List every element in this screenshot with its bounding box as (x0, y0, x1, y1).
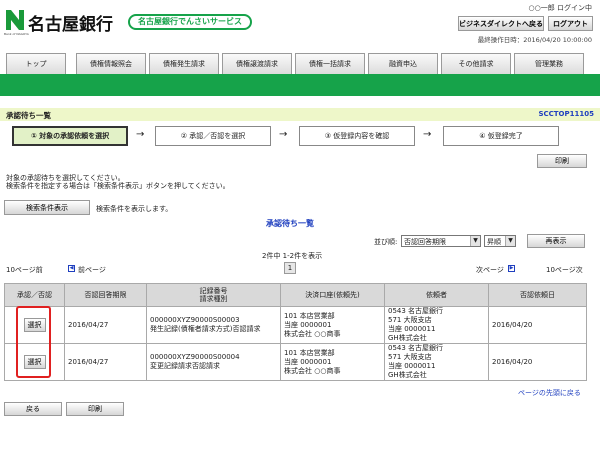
page-number: 1 (284, 262, 296, 274)
account-number: 当座 0000001 (284, 320, 332, 329)
chevron-down-icon: ▼ (505, 236, 515, 246)
print-button-bottom[interactable]: 印刷 (66, 402, 124, 416)
requester-bank: 0543 名古屋銀行 (388, 344, 444, 352)
bank-logo-icon (6, 10, 24, 30)
tab-loan-application[interactable]: 融資申込 (368, 53, 438, 74)
order-select[interactable]: 昇順 ▼ (484, 235, 516, 247)
col-record-no: 記録番号 請求種別 (146, 283, 281, 307)
step-arrow-icon: → (279, 129, 288, 140)
account-cell: 101 本店営業部 当座 0000001 株式会社 ○○商事 (280, 306, 385, 344)
order-select-value: 昇順 (487, 238, 501, 246)
bank-name: 名古屋銀行 (28, 15, 113, 35)
requester-cell: 0543 名古屋銀行 571 大阪支店 当座 0000011 GH株式会社 (384, 306, 489, 344)
tab-claim-transfer[interactable]: 債権譲渡請求 (222, 53, 292, 74)
col-reject-deadline: 否認回答期限 (64, 283, 147, 307)
back-button[interactable]: 戻る (4, 402, 62, 416)
bank-logo-subtitle: Bank of NAGOYA (4, 32, 29, 36)
col-request-type-label: 請求種別 (199, 295, 228, 303)
tab-other-requests[interactable]: その他請求 (441, 53, 511, 74)
list-title: 承認待ち一覧 (266, 219, 314, 228)
step-3-confirm: ③ 仮登録内容を確認 (299, 126, 415, 146)
requester-bank: 0543 名古屋銀行 (388, 307, 444, 315)
requester-branch: 571 大阪支店 (388, 316, 432, 324)
prev-10-pages-link[interactable]: 10ページ前 (6, 265, 43, 275)
print-button-top[interactable]: 印刷 (537, 154, 587, 168)
instruction-line-2: 検索条件を指定する場合は「検索条件表示」ボタンを押してください。 (6, 182, 230, 190)
record-cell: 000000XYZ90000S00004 変更記録請求否認請求 (146, 343, 281, 381)
table-header-row: 承認／否認 否認回答期限 記録番号 請求種別 決済口座(依頼先) 依頼者 否認依… (4, 283, 587, 307)
reject-deadline-cell: 2016/04/27 (64, 306, 147, 344)
service-name-badge: 名古屋銀行でんさいサービス (128, 14, 252, 30)
highlight-box (16, 306, 51, 378)
next-page-link[interactable]: 次ページ (476, 265, 504, 275)
screen-id: SCCTOP11105 (538, 110, 594, 118)
approval-pending-table: 承認／否認 否認回答期限 記録番号 請求種別 決済口座(依頼先) 依頼者 否認依… (4, 283, 587, 381)
show-search-conditions-button[interactable]: 検索条件表示 (4, 200, 90, 215)
tab-claim-issuance[interactable]: 債権発生請求 (149, 53, 219, 74)
page-title: 承認待ち一覧 (6, 111, 51, 120)
account-holder: 株式会社 ○○商事 (284, 366, 341, 375)
tab-top[interactable]: トップ (6, 53, 66, 74)
bank-logo (6, 10, 24, 32)
col-record-no-label: 記録番号 (199, 287, 228, 295)
step-2-approve: ② 承認／否認を選択 (155, 126, 271, 146)
account-holder: 株式会社 ○○商事 (284, 329, 341, 338)
step-arrow-icon: → (423, 129, 432, 140)
sort-select-value: 否認回答期限 (404, 238, 446, 246)
sort-select[interactable]: 否認回答期限 ▼ (401, 235, 481, 247)
search-conditions-note: 検索条件を表示します。 (96, 205, 173, 213)
prev-page-icon[interactable]: ◀ (68, 265, 75, 272)
col-settlement-account: 決済口座(依頼先) (280, 283, 385, 307)
user-status: ○○一郎 ログイン中 (528, 4, 592, 12)
tab-admin[interactable]: 管理業務 (514, 53, 584, 74)
request-type: 変更記録請求否認請求 (150, 362, 220, 370)
record-number: 000000XYZ90000S00003 (150, 316, 240, 324)
col-requester: 依頼者 (384, 283, 489, 307)
requester-name: GH株式会社 (388, 371, 427, 379)
reject-deadline-cell: 2016/04/27 (64, 343, 147, 381)
account-branch: 101 本店営業部 (284, 311, 335, 320)
sort-label: 並び順: (374, 238, 398, 246)
col-approve-reject: 承認／否認 (4, 283, 65, 307)
reject-request-date-cell: 2016/04/20 (488, 306, 587, 344)
requester-account: 当座 0000011 (388, 362, 436, 370)
requester-account: 当座 0000011 (388, 325, 436, 333)
account-number: 当座 0000001 (284, 357, 332, 366)
tab-bulk-request[interactable]: 債権一括請求 (295, 53, 365, 74)
record-cell: 000000XYZ90000S00003 発生記録(債権者請求方式)否認請求 (146, 306, 281, 344)
business-direct-return-button[interactable]: ビジネスダイレクトへ戻る (458, 16, 544, 31)
prev-page-link[interactable]: 前ページ (78, 265, 106, 275)
requester-cell: 0543 名古屋銀行 571 大阪支店 当座 0000011 GH株式会社 (384, 343, 489, 381)
result-count: 2件中 1-2件を表示 (262, 252, 323, 260)
table-row: 選択 2016/04/27 000000XYZ90000S00004 変更記録請… (4, 343, 587, 381)
requester-branch: 571 大阪支店 (388, 353, 432, 361)
requester-name: GH株式会社 (388, 334, 427, 342)
step-1-select: ① 対象の承認依頼を選択 (12, 126, 128, 146)
title-bar (0, 108, 600, 121)
reject-request-date-cell: 2016/04/20 (488, 343, 587, 381)
resort-button[interactable]: 再表示 (527, 234, 585, 248)
next-10-pages-link[interactable]: 10ページ次 (546, 265, 583, 275)
page-top-link[interactable]: ページの先頭に戻る (518, 388, 581, 398)
logout-button[interactable]: ログアウト (548, 16, 593, 31)
account-branch: 101 本店営業部 (284, 348, 335, 357)
last-operation-time: 最終操作日時：2016/04/20 10:00:00 (477, 36, 592, 44)
step-arrow-icon: → (136, 129, 145, 140)
request-type: 発生記録(債権者請求方式)否認請求 (150, 325, 261, 333)
step-4-complete: ④ 仮登録完了 (443, 126, 559, 146)
nav-green-bar (0, 74, 600, 96)
tab-claim-inquiry[interactable]: 債権情報照会 (76, 53, 146, 74)
account-cell: 101 本店営業部 当座 0000001 株式会社 ○○商事 (280, 343, 385, 381)
col-reject-request-date: 否認依頼日 (488, 283, 587, 307)
table-row: 選択 2016/04/27 000000XYZ90000S00003 発生記録(… (4, 306, 587, 344)
record-number: 000000XYZ90000S00004 (150, 353, 240, 361)
next-page-icon[interactable]: ▶ (508, 265, 515, 272)
chevron-down-icon: ▼ (470, 236, 480, 246)
